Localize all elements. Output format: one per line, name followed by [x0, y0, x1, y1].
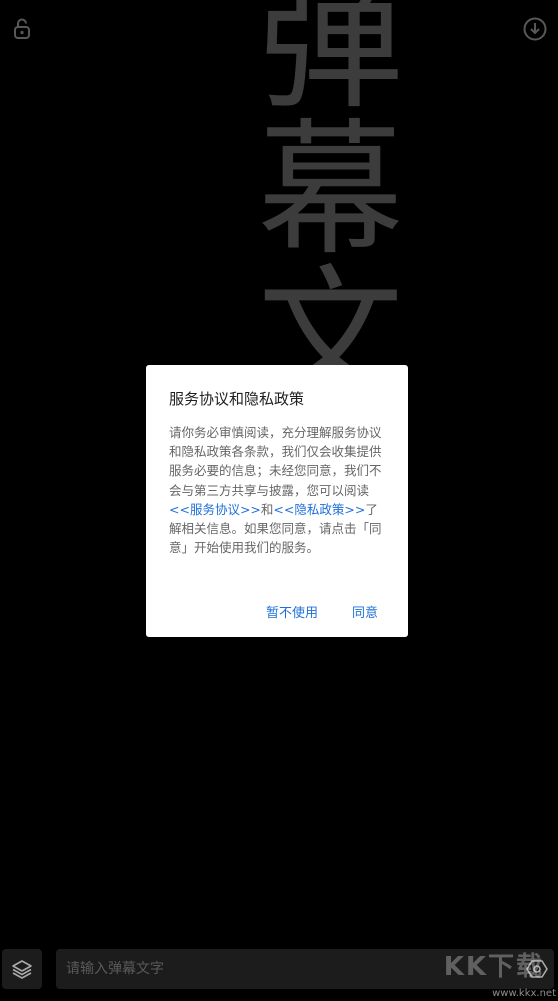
decline-button[interactable]: 暂不使用 — [266, 602, 318, 621]
dialog-body-text-1: 请你务必审慎阅读，充分理解服务协议和隐私政策各条款，我们仅会收集提供服务必要的信… — [169, 425, 382, 498]
dialog-title: 服务协议和隐私政策 — [169, 390, 305, 408]
watermark-logo: KK下载 — [443, 952, 544, 982]
privacy-dialog: 服务协议和隐私政策 请你务必审慎阅读，充分理解服务协议和隐私政策各条款，我们仅会… — [146, 365, 408, 637]
dialog-and-text: 和 — [260, 501, 274, 517]
privacy-policy-link[interactable]: <<隐私政策>> — [273, 502, 365, 517]
layers-button[interactable] — [2, 949, 42, 989]
watermark-url: www.kkx.net — [492, 988, 556, 999]
service-agreement-link[interactable]: <<服务协议>> — [169, 502, 261, 517]
agree-button[interactable]: 同意 — [352, 602, 378, 621]
dialog-body: 请你务必审慎阅读，充分理解服务协议和隐私政策各条款，我们仅会收集提供服务必要的信… — [169, 423, 389, 557]
screen: 弹幕文字 服务协议和隐私政策 请你务必审慎阅读，充分理解服务协议和隐私政策各条款… — [0, 0, 558, 1001]
dialog-actions: 暂不使用 同意 — [266, 602, 378, 621]
layers-icon — [12, 960, 32, 979]
